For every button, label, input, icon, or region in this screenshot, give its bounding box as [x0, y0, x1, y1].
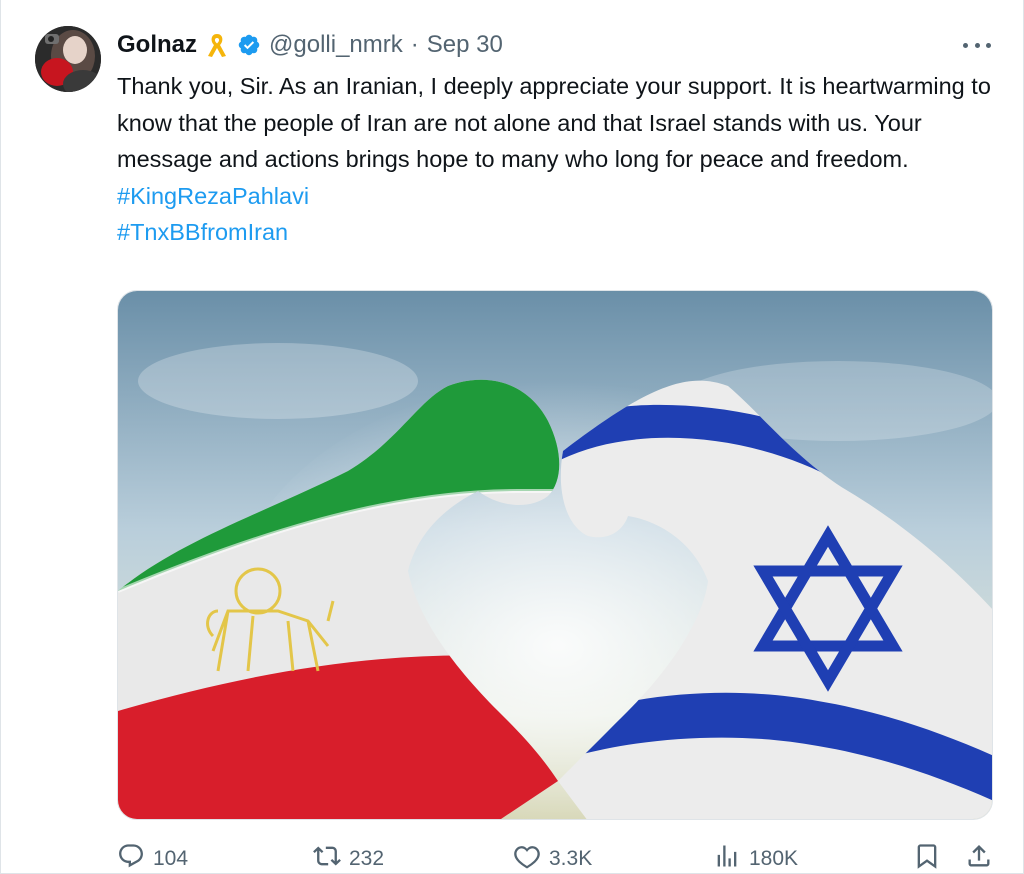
avatar-image	[35, 26, 101, 92]
views-icon	[713, 842, 741, 874]
like-icon	[513, 842, 541, 874]
hashtag-link[interactable]: #KingRezaPahlavi	[117, 178, 993, 215]
iran-israel-heart-hands-image	[118, 291, 992, 819]
bookmark-icon	[913, 842, 941, 874]
tweet-body: Thank you, Sir. As an Iranian, I deeply …	[117, 68, 993, 251]
tweet-media-image[interactable]	[117, 290, 993, 820]
hashtag-link[interactable]: #TnxBBfromIran	[117, 214, 993, 251]
reply-count: 104	[153, 847, 189, 870]
bookmark-button[interactable]	[913, 842, 941, 874]
share-icon	[965, 842, 993, 874]
tweet[interactable]: Golnaz @golli_nmrk · Sep 30 Thank you, S…	[0, 0, 1024, 874]
author-name[interactable]: Golnaz	[117, 31, 197, 59]
avatar[interactable]	[35, 26, 101, 92]
header-separator: ·	[410, 31, 419, 58]
views-button[interactable]: 180K	[713, 842, 798, 874]
like-count: 3.3K	[549, 847, 593, 870]
tweet-date[interactable]: Sep 30	[427, 31, 503, 59]
like-button[interactable]: 3.3K	[513, 842, 592, 874]
tweet-text: Thank you, Sir. As an Iranian, I deeply …	[117, 73, 991, 172]
reply-icon	[117, 842, 145, 874]
tweet-actions-bar: 104 232 3.3K 180K	[117, 842, 993, 874]
yellow-ribbon-icon	[205, 31, 229, 59]
share-button[interactable]	[965, 842, 993, 874]
reply-button[interactable]: 104	[117, 842, 188, 874]
retweet-button[interactable]: 232	[313, 842, 384, 874]
verified-badge-icon[interactable]	[237, 31, 261, 59]
views-count: 180K	[749, 847, 799, 870]
author-handle[interactable]: @golli_nmrk	[269, 31, 403, 59]
tweet-header: Golnaz @golli_nmrk · Sep 30	[117, 28, 503, 62]
retweet-count: 232	[349, 847, 385, 870]
more-options-icon[interactable]	[963, 36, 991, 54]
retweet-icon	[313, 842, 341, 874]
